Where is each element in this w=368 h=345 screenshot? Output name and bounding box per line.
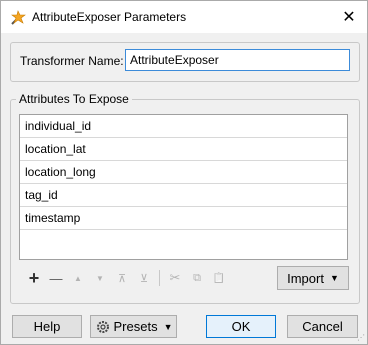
presets-label: Presets bbox=[113, 319, 158, 334]
gear-icon bbox=[96, 320, 109, 333]
list-item[interactable]: individual_id bbox=[20, 115, 347, 138]
import-button[interactable]: Import ▼ bbox=[277, 266, 349, 290]
add-icon[interactable]: + bbox=[23, 267, 45, 289]
dialog-window: AttributeExposer Parameters ✕ Transforme… bbox=[0, 0, 368, 345]
list-toolbar: + — ▲ ▼ ⊼ ⊻ ✂ ⧉ 📋 bbox=[23, 266, 230, 290]
cancel-button[interactable]: Cancel bbox=[287, 315, 358, 338]
transformer-name-label: Transformer Name: bbox=[20, 54, 124, 68]
move-to-top-icon[interactable]: ⊼ bbox=[111, 267, 133, 289]
transformer-name-input[interactable] bbox=[125, 49, 350, 71]
list-item[interactable]: location_lat bbox=[20, 138, 347, 161]
title-bar: AttributeExposer Parameters ✕ bbox=[1, 1, 367, 33]
ok-label: OK bbox=[231, 319, 251, 334]
paste-icon[interactable]: 📋 bbox=[208, 267, 230, 289]
cancel-label: Cancel bbox=[302, 319, 343, 334]
chevron-down-icon: ▼ bbox=[329, 273, 339, 283]
move-up-icon[interactable]: ▲ bbox=[67, 267, 89, 289]
attributes-legend: Attributes To Expose bbox=[16, 92, 132, 106]
move-down-icon[interactable]: ▼ bbox=[89, 267, 111, 289]
attributes-list[interactable]: individual_id location_lat location_long… bbox=[19, 114, 348, 260]
toolbar-separator bbox=[159, 270, 160, 286]
chevron-down-icon: ▼ bbox=[163, 321, 173, 332]
cut-icon[interactable]: ✂ bbox=[164, 267, 186, 289]
resize-grip-icon[interactable]: ⋰ bbox=[357, 333, 365, 342]
list-item[interactable]: location_long bbox=[20, 161, 347, 184]
remove-icon[interactable]: — bbox=[45, 267, 67, 289]
copy-icon[interactable]: ⧉ bbox=[186, 267, 208, 289]
ok-button[interactable]: OK bbox=[206, 315, 276, 338]
move-to-bottom-icon[interactable]: ⊻ bbox=[133, 267, 155, 289]
list-item[interactable]: timestamp bbox=[20, 207, 347, 230]
fme-transformer-icon bbox=[11, 10, 26, 25]
help-button[interactable]: Help bbox=[12, 315, 82, 338]
close-icon: ✕ bbox=[342, 9, 356, 26]
close-button[interactable]: ✕ bbox=[331, 1, 367, 33]
import-label: Import bbox=[287, 270, 324, 286]
presets-button[interactable]: Presets ▼ bbox=[90, 315, 177, 338]
list-item[interactable]: tag_id bbox=[20, 184, 347, 207]
help-label: Help bbox=[33, 319, 61, 334]
window-title: AttributeExposer Parameters bbox=[32, 10, 187, 24]
